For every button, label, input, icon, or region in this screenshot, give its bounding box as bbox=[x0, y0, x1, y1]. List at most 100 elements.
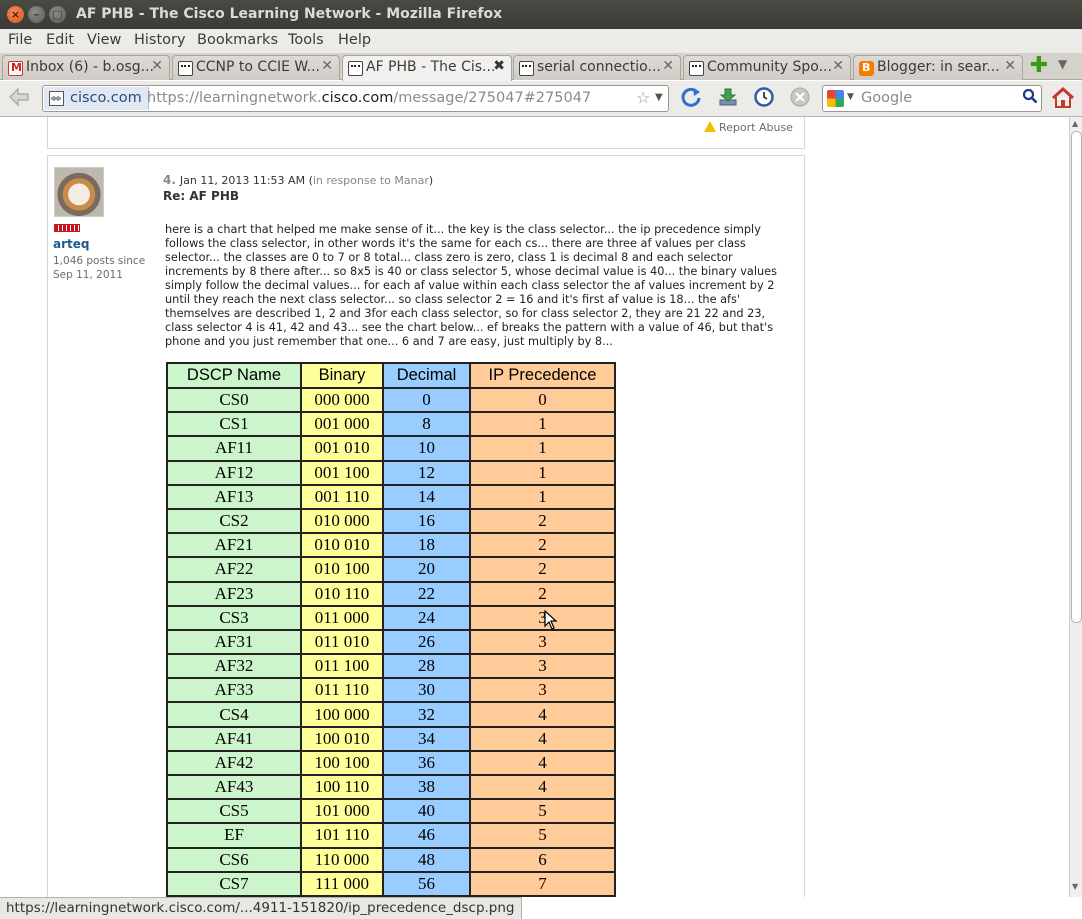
binary-cell: 101 000 bbox=[300, 798, 384, 825]
window-maximize-button[interactable]: □ bbox=[49, 6, 66, 23]
decimal-cell: 30 bbox=[382, 677, 471, 704]
tab-close-icon[interactable]: ✕ bbox=[1004, 58, 1016, 74]
menu-history[interactable]: History bbox=[134, 32, 186, 48]
dscp-name-cell: AF22 bbox=[166, 556, 302, 583]
tab-af-phb[interactable]: AF PHB - The Cis... ✖ bbox=[342, 55, 512, 81]
menu-file[interactable]: File bbox=[8, 32, 32, 48]
tab-close-icon[interactable]: ✕ bbox=[662, 58, 674, 74]
tab-label: Inbox (6) - b.osg... bbox=[26, 59, 154, 75]
download-icon bbox=[719, 88, 737, 106]
dscp-name-cell: AF43 bbox=[166, 773, 302, 801]
report-abuse-link[interactable]: Report Abuse bbox=[704, 121, 793, 134]
stop-button[interactable] bbox=[787, 86, 813, 112]
window-title: AF PHB - The Cisco Learning Network - Mo… bbox=[76, 6, 503, 22]
binary-cell: 011 010 bbox=[300, 628, 384, 656]
binary-cell: 011 000 bbox=[300, 604, 384, 631]
binary-cell: 001 100 bbox=[300, 459, 384, 486]
search-engine-dropdown-icon[interactable]: ▼ bbox=[847, 92, 854, 102]
tab-ccnp-to-ccie[interactable]: CCNP to CCIE W... ✕ bbox=[172, 55, 340, 80]
menu-edit[interactable]: Edit bbox=[46, 32, 74, 48]
tab-close-icon[interactable]: ✕ bbox=[832, 58, 844, 74]
page-content: Report Abuse arteq 1,046 posts since Sep… bbox=[0, 117, 1069, 897]
ip-precedence-cell: 2 bbox=[469, 507, 616, 535]
window-close-button[interactable]: × bbox=[7, 6, 24, 23]
history-button[interactable] bbox=[751, 86, 777, 112]
tab-inbox[interactable]: Inbox (6) - b.osg... ✕ bbox=[2, 55, 170, 80]
author-name-link[interactable]: arteq bbox=[53, 237, 89, 251]
ip-precedence-cell: 0 bbox=[469, 386, 616, 414]
vertical-scrollbar[interactable]: ▲ ▼ bbox=[1069, 117, 1082, 897]
tab-close-icon[interactable]: ✖ bbox=[493, 58, 505, 74]
scroll-up-icon[interactable]: ▲ bbox=[1072, 119, 1078, 128]
stop-icon bbox=[790, 87, 810, 107]
avatar[interactable] bbox=[54, 167, 104, 217]
binary-cell: 001 110 bbox=[300, 483, 384, 510]
binary-cell: 010 010 bbox=[300, 532, 384, 559]
tab-serial-connection[interactable]: serial connectio... ✕ bbox=[513, 55, 681, 80]
ip-precedence-cell: 7 bbox=[469, 870, 616, 897]
tab-community-spotlight[interactable]: Community Spo... ✕ bbox=[683, 55, 851, 80]
table-row: CS2 010 000 16 2 bbox=[166, 507, 616, 535]
binary-cell: 011 110 bbox=[300, 677, 384, 704]
search-bar[interactable]: ▼ Google bbox=[822, 85, 1042, 112]
gmail-icon bbox=[8, 61, 23, 76]
scroll-down-icon[interactable]: ▼ bbox=[1072, 882, 1078, 891]
dscp-name-cell: CS1 bbox=[166, 411, 302, 438]
tab-label: AF PHB - The Cis... bbox=[366, 59, 496, 75]
decimal-cell: 8 bbox=[382, 411, 471, 438]
navigation-toolbar: cisco.com https://learningnetwork.cisco.… bbox=[0, 81, 1082, 117]
back-button[interactable] bbox=[6, 86, 32, 112]
tab-blogger[interactable]: Blogger: in sear... ✕ bbox=[853, 55, 1023, 80]
tab-label: CCNP to CCIE W... bbox=[196, 59, 320, 75]
binary-cell: 001 000 bbox=[300, 411, 384, 438]
menu-help[interactable]: Help bbox=[338, 32, 371, 48]
post-subject: Re: AF PHB bbox=[163, 189, 240, 203]
table-row: CS1 001 000 8 1 bbox=[166, 411, 616, 438]
menu-tools[interactable]: Tools bbox=[288, 32, 324, 48]
ip-precedence-cell: 4 bbox=[469, 773, 616, 801]
ip-precedence-cell: 4 bbox=[469, 701, 616, 728]
tab-list-dropdown-icon[interactable]: ▼ bbox=[1058, 57, 1067, 71]
home-button[interactable] bbox=[1050, 85, 1076, 111]
decimal-cell: 24 bbox=[382, 604, 471, 631]
tab-close-icon[interactable]: ✕ bbox=[151, 58, 163, 74]
site-identity-label: cisco.com bbox=[70, 90, 142, 106]
dscp-name-cell: CS6 bbox=[166, 846, 302, 873]
ip-precedence-cell: 2 bbox=[469, 532, 616, 559]
post-meta: 4. Jan 11, 2013 11:53 AM (in response to … bbox=[163, 173, 433, 187]
ip-precedence-cell: 2 bbox=[469, 580, 616, 607]
url-bar[interactable]: cisco.com https://learningnetwork.cisco.… bbox=[42, 85, 669, 112]
binary-cell: 001 010 bbox=[300, 435, 384, 462]
menu-view[interactable]: View bbox=[87, 32, 121, 48]
site-identity-button[interactable]: cisco.com bbox=[44, 87, 149, 110]
ip-precedence-cell: 4 bbox=[469, 749, 616, 777]
blogger-icon bbox=[859, 61, 874, 76]
report-abuse-label: Report Abuse bbox=[719, 121, 793, 134]
binary-cell: 100 000 bbox=[300, 701, 384, 728]
scrollbar-thumb[interactable] bbox=[1071, 131, 1082, 623]
decimal-cell: 20 bbox=[382, 556, 471, 583]
decimal-cell: 26 bbox=[382, 628, 471, 656]
header-ip-precedence: IP Precedence bbox=[469, 362, 616, 389]
dscp-name-cell: AF31 bbox=[166, 628, 302, 656]
post-number: 4. bbox=[163, 173, 176, 187]
window-minimize-button[interactable]: – bbox=[28, 6, 45, 23]
table-body: CS0 000 000 0 0 CS1 001 000 8 1 AF11 001 010 10 1 AF… bbox=[166, 386, 616, 897]
reload-button[interactable] bbox=[678, 86, 704, 112]
url-text: https://learningnetwork.cisco.com/messag… bbox=[147, 90, 591, 106]
dscp-name-cell: CS0 bbox=[166, 386, 302, 414]
tab-close-icon[interactable]: ✕ bbox=[321, 58, 333, 74]
decimal-cell: 56 bbox=[382, 870, 471, 897]
search-icon[interactable] bbox=[1022, 88, 1038, 108]
reload-icon bbox=[681, 87, 701, 107]
binary-cell: 010 000 bbox=[300, 507, 384, 535]
bookmark-star-icon[interactable]: ☆ bbox=[636, 88, 650, 107]
google-engine-icon[interactable] bbox=[827, 90, 844, 107]
menu-bookmarks[interactable]: Bookmarks bbox=[197, 32, 278, 48]
downloads-button[interactable] bbox=[715, 86, 741, 112]
new-tab-button[interactable]: ✚ bbox=[1028, 55, 1050, 78]
url-history-dropdown-icon[interactable]: ▼ bbox=[655, 92, 663, 103]
decimal-cell: 38 bbox=[382, 773, 471, 801]
in-response-link[interactable]: in response to Manar bbox=[313, 174, 429, 187]
table-row: AF22 010 100 20 2 bbox=[166, 556, 616, 583]
